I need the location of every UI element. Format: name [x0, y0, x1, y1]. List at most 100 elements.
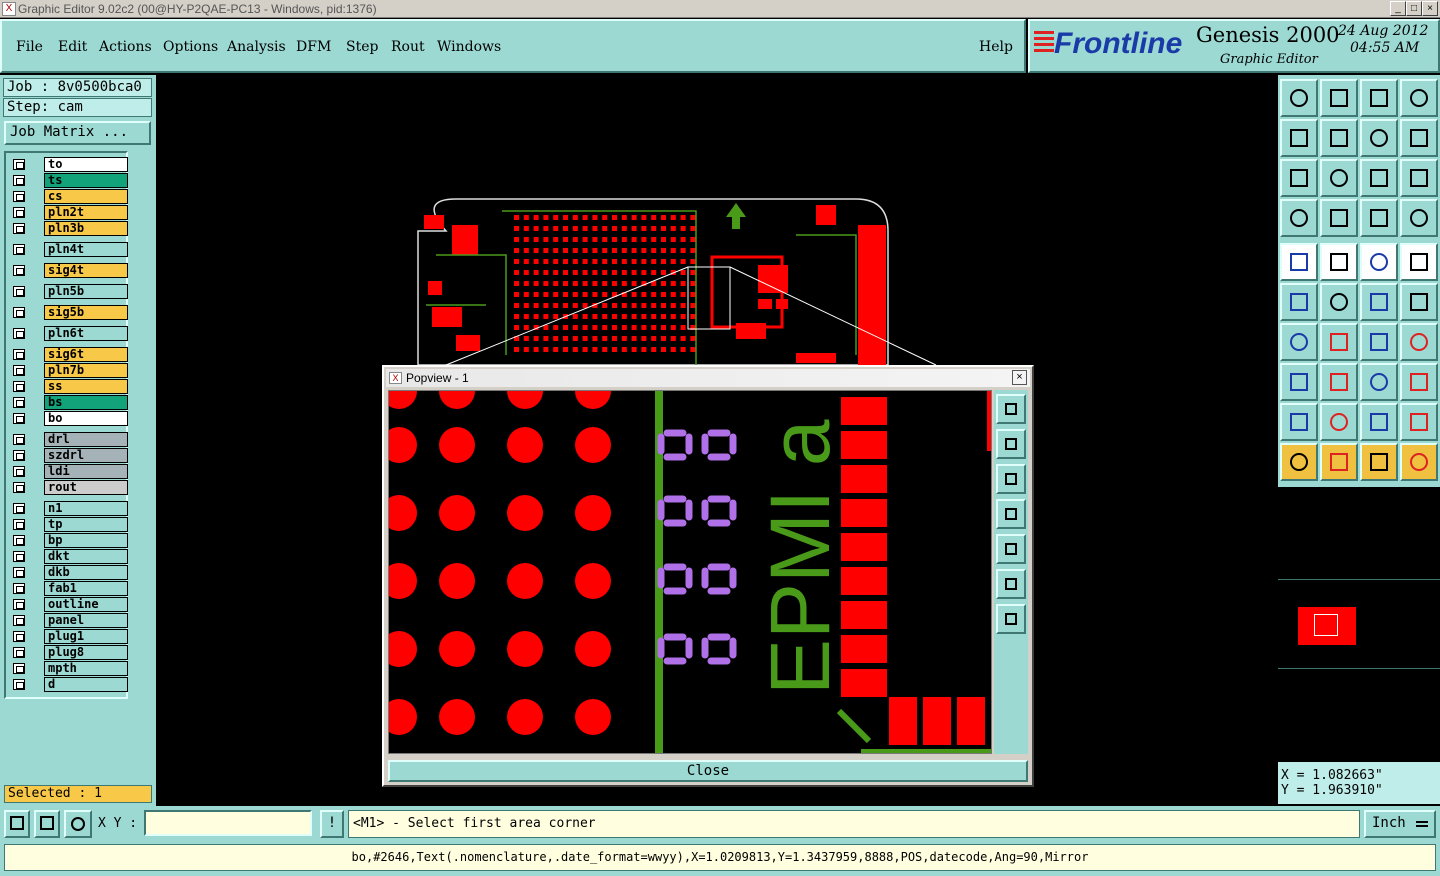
layer-row[interactable]: tp	[10, 517, 128, 532]
drc2-icon[interactable]	[1360, 403, 1398, 441]
layer-name[interactable]: ldi	[44, 464, 128, 479]
layer-row[interactable]: ss	[10, 379, 128, 394]
menu-analysis[interactable]: Analysis	[227, 39, 286, 55]
menu-windows[interactable]: Windows	[437, 39, 501, 55]
layer-row[interactable]: pln3b	[10, 221, 128, 236]
move-up-icon[interactable]	[1280, 79, 1318, 117]
snap-net-icon[interactable]	[1400, 199, 1438, 237]
maximize-button[interactable]: □	[1406, 1, 1422, 16]
layer-checkbox[interactable]	[13, 159, 25, 170]
drc-icon[interactable]	[1320, 403, 1358, 441]
layer-checkbox[interactable]	[13, 223, 25, 234]
connect-icon[interactable]	[1280, 283, 1318, 321]
layer-name[interactable]: szdrl	[44, 448, 128, 463]
layer-checkbox[interactable]	[13, 244, 25, 255]
layer-name[interactable]: plug8	[44, 645, 128, 660]
menu-edit[interactable]: Edit	[58, 39, 87, 55]
layer-checkbox[interactable]	[13, 482, 25, 493]
layer-row[interactable]: panel	[10, 613, 128, 628]
popview-close-button[interactable]: Close	[388, 760, 1028, 782]
layer-checkbox[interactable]	[13, 519, 25, 530]
popview-close-icon[interactable]: ×	[1012, 370, 1027, 385]
grid-snap-icon[interactable]	[64, 810, 92, 838]
layer-name[interactable]: cs	[44, 189, 128, 204]
units-select[interactable]: Inch	[1364, 810, 1436, 838]
layer-checkbox[interactable]	[13, 328, 25, 339]
help-icon[interactable]	[1400, 159, 1438, 197]
angle-mode-icon[interactable]	[34, 810, 60, 838]
menu-options[interactable]: Options	[163, 39, 218, 55]
layer-checkbox[interactable]	[13, 503, 25, 514]
layer-row[interactable]: bs	[10, 395, 128, 410]
drc3-icon[interactable]	[1400, 403, 1438, 441]
layer-name[interactable]: pln2t	[44, 205, 128, 220]
layer-row[interactable]: plug8	[10, 645, 128, 660]
fit-icon[interactable]	[996, 569, 1026, 599]
layer-row[interactable]: sig5b	[10, 305, 128, 320]
layer-checkbox[interactable]	[13, 450, 25, 461]
layer-name[interactable]: sig5b	[44, 305, 128, 320]
snap-mode-icon[interactable]	[4, 810, 30, 838]
triangle-icon[interactable]	[1280, 403, 1318, 441]
zoom-in-icon[interactable]	[996, 394, 1026, 424]
layer-name[interactable]: pln4t	[44, 242, 128, 257]
undo-icon[interactable]	[1360, 323, 1398, 361]
layer-name[interactable]: d	[44, 677, 128, 692]
layer-name[interactable]: to	[44, 157, 128, 172]
layer-checkbox[interactable]	[13, 583, 25, 594]
layer-row[interactable]: pln6t	[10, 326, 128, 341]
layer-name[interactable]: ts	[44, 173, 128, 188]
layer-name[interactable]: rout	[44, 480, 128, 495]
menu-file[interactable]: File	[16, 39, 43, 55]
pad-icon[interactable]	[1400, 243, 1438, 281]
layer-checkbox[interactable]	[13, 535, 25, 546]
pointer-icon[interactable]	[1280, 443, 1318, 481]
xy-input[interactable]	[144, 810, 312, 836]
edit-pad-icon[interactable]	[1400, 283, 1438, 321]
measure-icon[interactable]	[1320, 243, 1358, 281]
line-icon[interactable]	[1320, 323, 1358, 361]
layer-name[interactable]: pln6t	[44, 326, 128, 341]
layer-row[interactable]: pln7b	[10, 363, 128, 378]
pan-up-icon[interactable]	[996, 429, 1026, 459]
layer-checkbox[interactable]	[13, 191, 25, 202]
pan-down-icon[interactable]	[996, 464, 1026, 494]
menu-rout[interactable]: Rout	[391, 39, 425, 55]
layer-row[interactable]: cs	[10, 189, 128, 204]
layer-name[interactable]: ss	[44, 379, 128, 394]
layer-row[interactable]: bo	[10, 411, 128, 426]
layer-checkbox[interactable]	[13, 615, 25, 626]
move-right-icon[interactable]	[1320, 119, 1358, 157]
layer-checkbox[interactable]	[13, 397, 25, 408]
layer-row[interactable]: fab1	[10, 581, 128, 596]
layer-checkbox[interactable]	[13, 175, 25, 186]
angle-icon[interactable]	[1280, 323, 1318, 361]
layer-row[interactable]: rout	[10, 480, 128, 495]
layer-name[interactable]: sig4t	[44, 263, 128, 278]
layer-checkbox[interactable]	[13, 207, 25, 218]
layer-name[interactable]: bs	[44, 395, 128, 410]
pan-right-icon[interactable]	[996, 534, 1026, 564]
layer-row[interactable]: ts	[10, 173, 128, 188]
menu-dfm[interactable]: DFM	[296, 39, 331, 55]
minimize-button[interactable]: _	[1390, 1, 1406, 16]
minus-icon[interactable]	[1320, 363, 1358, 401]
shape-icon[interactable]	[1280, 363, 1318, 401]
select-all-icon[interactable]	[1360, 443, 1398, 481]
layer-name[interactable]: drl	[44, 432, 128, 447]
layer-name[interactable]: fab1	[44, 581, 128, 596]
layer-row[interactable]: pln2t	[10, 205, 128, 220]
layer-name[interactable]: n1	[44, 501, 128, 516]
dimension-icon[interactable]	[1360, 363, 1398, 401]
layer-name[interactable]: bo	[44, 411, 128, 426]
menu-step[interactable]: Step	[346, 39, 378, 55]
layer-checkbox[interactable]	[13, 567, 25, 578]
layer-name[interactable]: plug1	[44, 629, 128, 644]
layer-checkbox[interactable]	[13, 265, 25, 276]
select-icon[interactable]	[1320, 443, 1358, 481]
move-down-icon[interactable]	[1320, 79, 1358, 117]
layer-checkbox[interactable]	[13, 599, 25, 610]
layer-row[interactable]: bp	[10, 533, 128, 548]
layer-checkbox[interactable]	[13, 349, 25, 360]
layer-row[interactable]: plug1	[10, 629, 128, 644]
